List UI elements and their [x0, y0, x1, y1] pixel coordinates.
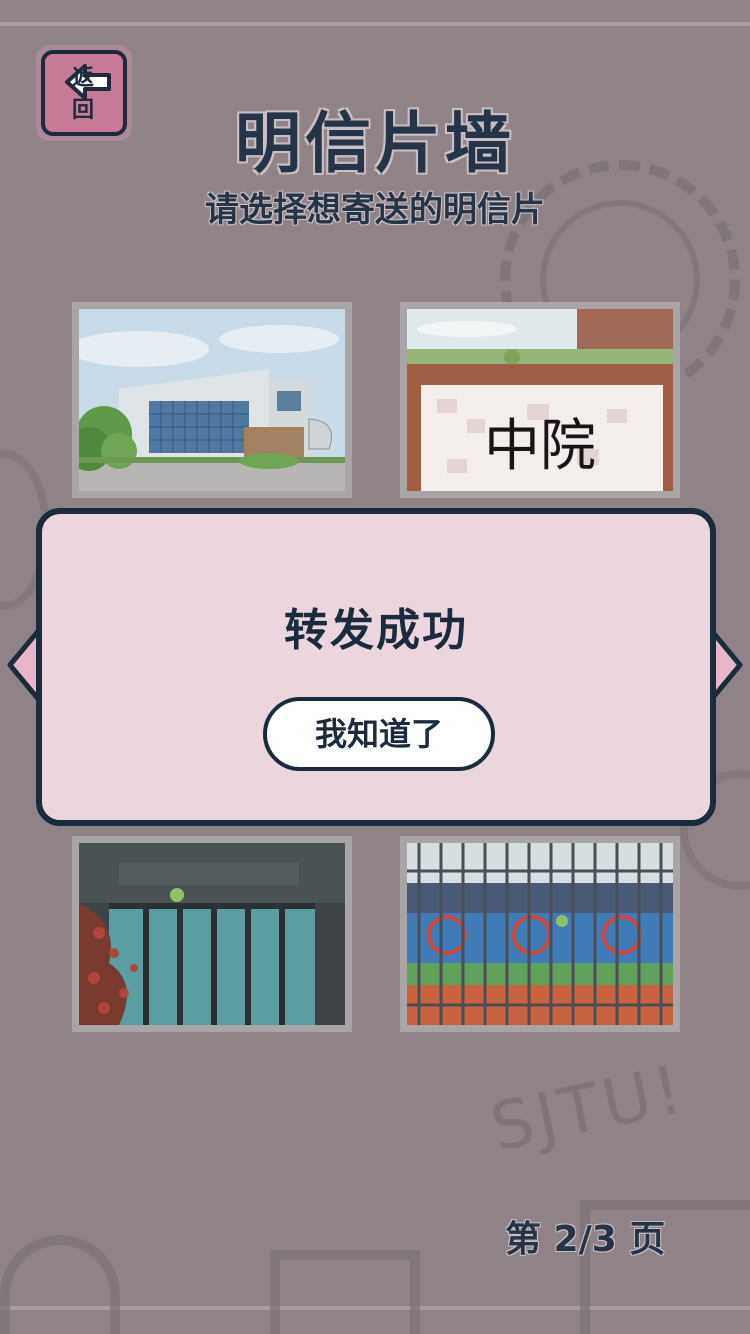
decorative-top-line	[0, 22, 750, 26]
page-subtitle: 请选择想寄送的明信片	[205, 190, 545, 230]
decorative-dome-doodle	[0, 1235, 120, 1334]
decorative-sjtu-doodle: SJTU!	[484, 1050, 693, 1167]
share-success-dialog: 转发成功 我知道了	[36, 508, 716, 826]
postcard-sign-text: 中院	[484, 414, 596, 479]
postcard-calligraphy-wall[interactable]: 中院	[400, 302, 680, 498]
page-title: 明信片墙	[235, 105, 515, 182]
postcard-wall-screen: SJTU! 返 回 明信片墙 请选择想寄送的明信片 中院 第 2/3 页 转发成…	[0, 0, 750, 1334]
postcard-building-illustration	[79, 309, 345, 491]
dialog-message: 转发成功	[284, 605, 468, 656]
postcard-stadium-gate[interactable]	[400, 836, 680, 1032]
postcard-library-entrance[interactable]	[72, 836, 352, 1032]
decorative-building-doodle	[270, 1250, 420, 1334]
postcard-stadium-illustration	[407, 843, 673, 1025]
postcard-library-illustration	[79, 843, 345, 1025]
dialog-confirm-button[interactable]: 我知道了	[263, 697, 495, 771]
postcard-modern-building[interactable]	[72, 302, 352, 498]
postcard-wall-illustration: 中院	[407, 309, 673, 491]
page-indicator: 第 2/3 页	[505, 1219, 666, 1260]
